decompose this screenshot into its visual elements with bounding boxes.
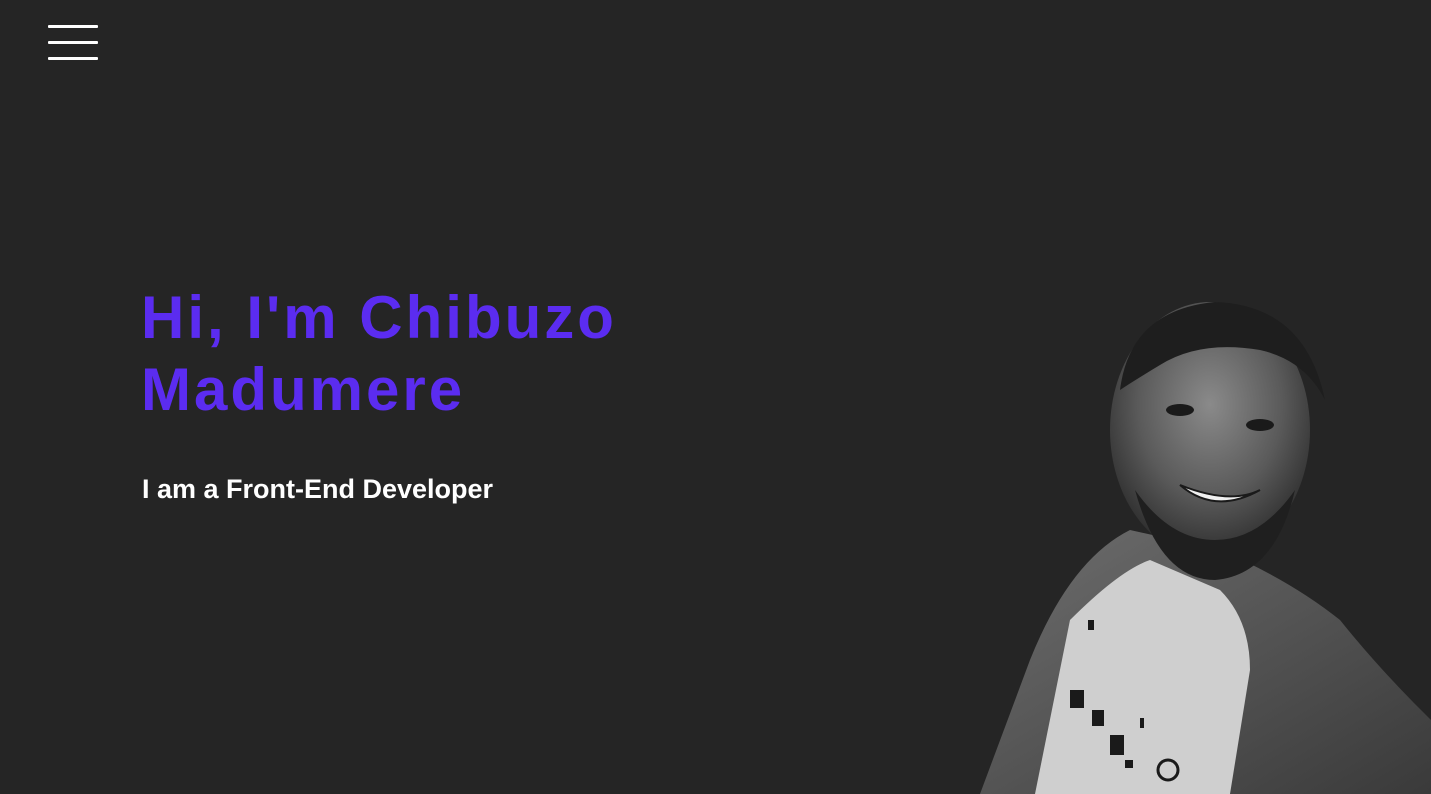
- landing-page: Hi, I'm Chibuzo Madumere I am a Front-En…: [0, 0, 1431, 794]
- menu-bar-bottom: [48, 57, 98, 60]
- hero-title-line-2: Madumere: [141, 356, 466, 423]
- hero-subtitle: I am a Front-End Developer: [142, 474, 494, 504]
- portrait-photo: [980, 302, 1431, 794]
- portrait-eye-left: [1166, 404, 1194, 416]
- menu-bar-top: [48, 25, 98, 28]
- hamburger-menu-icon[interactable]: [46, 22, 100, 64]
- hero-title-line-1: Hi, I'm Chibuzo: [141, 284, 617, 351]
- menu-bar-middle: [48, 41, 98, 44]
- portrait-eye-right: [1246, 419, 1274, 431]
- hero-title: Hi, I'm Chibuzo Madumere: [141, 282, 617, 426]
